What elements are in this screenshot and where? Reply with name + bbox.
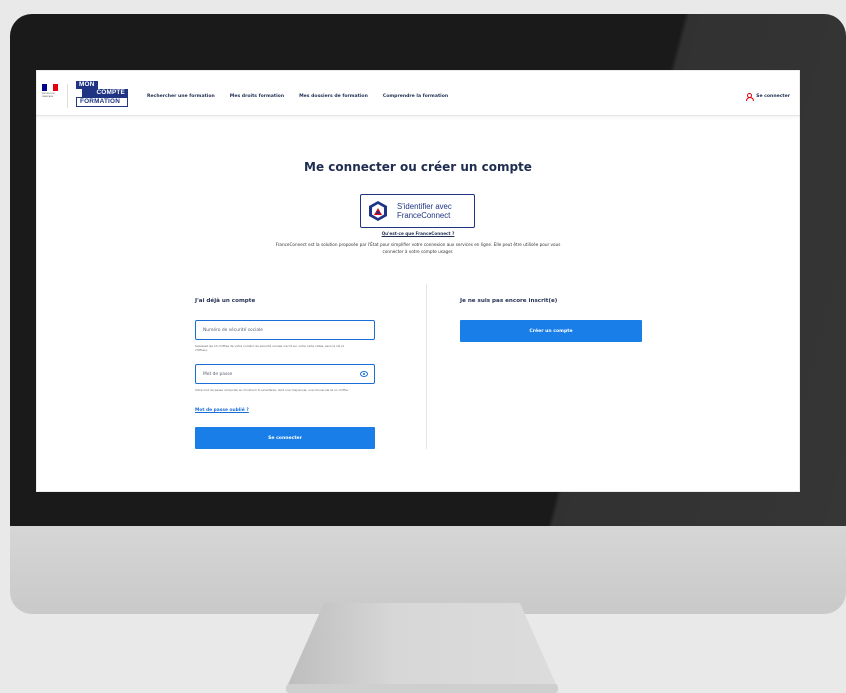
eye-icon[interactable]	[360, 371, 368, 377]
franceconnect-label-line1: S'identifier avec	[397, 202, 452, 211]
nav-mes-dossiers-de-formation[interactable]: Mes dossiers de formation	[299, 94, 368, 99]
create-account-button[interactable]: Créer un compte	[460, 320, 642, 342]
franceconnect-button[interactable]: S'identifier avec FranceConnect	[360, 194, 475, 228]
stage: RÉPUBLIQUE FRANÇAISE MON COMPTE FORMATIO…	[0, 0, 846, 693]
screen: RÉPUBLIQUE FRANÇAISE MON COMPTE FORMATIO…	[36, 70, 800, 492]
logo-line-formation: FORMATION	[76, 97, 128, 107]
register-heading: Je ne suis pas encore inscrit(e)	[460, 298, 558, 304]
mon-compte-formation-logo[interactable]: MON COMPTE FORMATION	[76, 81, 128, 107]
ssn-hint: Saisissez les 13 chiffres de votre numér…	[195, 344, 345, 353]
logo-line-compte: COMPTE	[82, 89, 128, 97]
column-divider	[426, 284, 427, 449]
main-nav: Rechercher une formation Mes droits form…	[147, 94, 448, 99]
ssn-input[interactable]: Numéro de sécurité sociale	[195, 320, 375, 340]
flag-red-band	[52, 84, 58, 91]
nav-rechercher-une-formation[interactable]: Rechercher une formation	[147, 94, 215, 99]
header-login-label: Se connecter	[756, 94, 790, 99]
monitor-chin	[10, 526, 846, 614]
logo-line-mon: MON	[76, 81, 98, 89]
password-input[interactable]: Mot de passe	[195, 364, 375, 384]
republique-francaise-logo: RÉPUBLIQUE FRANÇAISE	[42, 84, 68, 108]
header-login-link[interactable]: Se connecter	[745, 93, 790, 101]
user-icon	[745, 93, 754, 101]
ssn-placeholder: Numéro de sécurité sociale	[203, 327, 263, 333]
franceconnect-info-link[interactable]: Qu'est-ce que FranceConnect ?	[36, 231, 800, 236]
nav-mes-droits-formation[interactable]: Mes droits formation	[230, 94, 284, 99]
french-flag-icon	[42, 84, 58, 91]
republic-label: RÉPUBLIQUE FRANÇAISE	[42, 93, 55, 98]
login-submit-button[interactable]: Se connecter	[195, 427, 375, 449]
password-placeholder: Mot de passe	[203, 371, 233, 377]
nav-comprendre-la-formation[interactable]: Comprendre la formation	[383, 94, 448, 99]
page-title: Me connecter ou créer un compte	[304, 160, 532, 174]
password-hint: Votre mot de passe comporte au minimum 8…	[195, 388, 349, 392]
franceconnect-label-line2: FranceConnect	[397, 211, 451, 220]
monitor-stand-base	[286, 684, 558, 693]
forgot-password-link[interactable]: Mot de passe oublié ?	[195, 408, 249, 413]
franceconnect-icon	[369, 201, 387, 221]
login-heading: J'ai déjà un compte	[195, 298, 256, 304]
franceconnect-label: S'identifier avec FranceConnect	[397, 202, 452, 220]
site-header: RÉPUBLIQUE FRANÇAISE MON COMPTE FORMATIO…	[36, 70, 800, 116]
monitor-stand	[286, 603, 558, 689]
franceconnect-description: FranceConnect est la solution proposée p…	[275, 242, 561, 254]
